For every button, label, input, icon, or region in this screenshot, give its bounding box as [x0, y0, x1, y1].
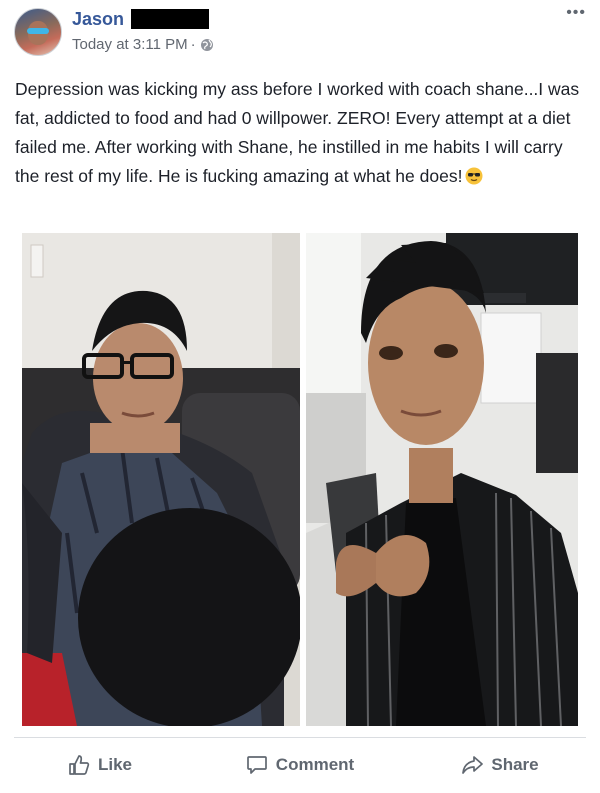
author-row: Jason — [72, 8, 210, 30]
share-arrow-icon — [462, 756, 484, 774]
author-name-link[interactable]: Jason — [72, 9, 124, 30]
redacted-surname-bar — [131, 9, 210, 29]
before-photo-image — [22, 233, 300, 726]
share-button[interactable]: Share — [400, 740, 600, 790]
avatar-sunglasses — [27, 28, 49, 34]
post-meta: Today at 3:11 PM · — [72, 36, 214, 53]
post-body: Depression was kicking my ass before I w… — [15, 75, 590, 191]
actions-divider — [14, 737, 586, 738]
like-button[interactable]: Like — [0, 740, 200, 790]
like-label: Like — [97, 755, 133, 774]
more-options-icon[interactable]: ••• — [566, 5, 586, 21]
after-photo[interactable] — [306, 233, 578, 726]
thumbs-up-icon — [69, 755, 90, 775]
post-timestamp-link[interactable]: Today at 3:11 PM — [72, 36, 188, 53]
share-label: Share — [491, 755, 539, 774]
before-photo[interactable] — [22, 233, 300, 726]
comment-label: Comment — [275, 755, 355, 774]
comment-button[interactable]: Comment — [200, 740, 400, 790]
post-text: Depression was kicking my ass before I w… — [15, 79, 580, 186]
comment-bubble-icon — [246, 756, 267, 774]
author-avatar[interactable] — [14, 8, 62, 56]
sunglasses-emoji-icon — [465, 167, 483, 185]
post-actions-bar: Like Comment Share — [0, 740, 600, 790]
post-header: Jason Today at 3:11 PM · ••• — [0, 0, 600, 62]
meta-separator: · — [190, 36, 196, 53]
globe-icon[interactable] — [200, 38, 214, 52]
after-photo-image — [306, 233, 578, 726]
